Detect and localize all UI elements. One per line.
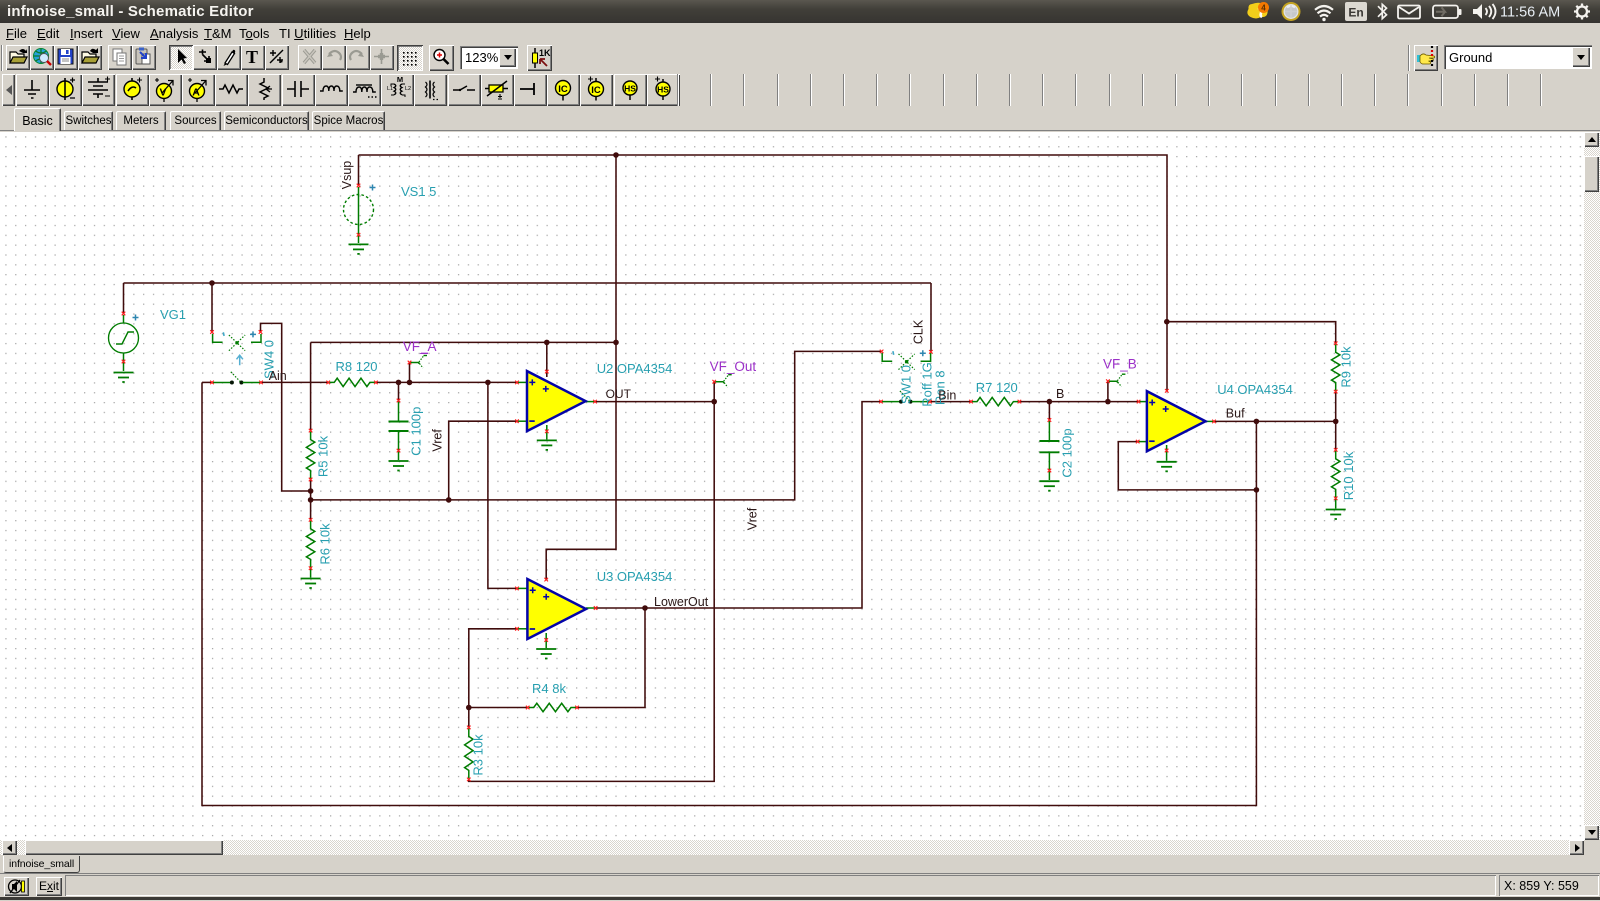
- svg-text:U2 OPA4354: U2 OPA4354: [597, 361, 673, 376]
- svg-text:1K: 1K: [539, 48, 551, 58]
- svg-text:VS1 5: VS1 5: [401, 184, 436, 199]
- svg-text:OUT: OUT: [606, 387, 632, 401]
- svg-text:R10 10k: R10 10k: [1341, 451, 1356, 500]
- svg-text:Vsup: Vsup: [340, 161, 354, 190]
- svg-text:VG1: VG1: [160, 307, 186, 322]
- svg-text:C1 100p: C1 100p: [409, 407, 424, 456]
- svg-text:Vref: Vref: [431, 429, 445, 452]
- svg-text:LowerOut: LowerOut: [654, 595, 709, 609]
- svg-text:V: V: [159, 87, 166, 99]
- svg-text:R8 120: R8 120: [336, 359, 378, 374]
- svg-text:En: En: [1348, 6, 1363, 20]
- svg-text:R6 10k: R6 10k: [318, 523, 333, 565]
- svg-text:CLK: CLK: [912, 319, 926, 344]
- svg-text:U3 OPA4354: U3 OPA4354: [597, 569, 673, 584]
- svg-text:Vref: Vref: [746, 507, 760, 530]
- svg-text:U4 OPA4354: U4 OPA4354: [1217, 382, 1293, 397]
- svg-text:HS: HS: [624, 84, 636, 94]
- svg-text:A: A: [192, 87, 200, 99]
- svg-text:VF_B: VF_B: [1103, 357, 1137, 372]
- svg-text:11:56 AM: 11:56 AM: [1500, 5, 1560, 21]
- svg-text:R9 10k: R9 10k: [1339, 346, 1354, 388]
- svg-text:4: 4: [1261, 4, 1266, 13]
- svg-text:L1: L1: [387, 86, 393, 92]
- svg-text:R5 10k: R5 10k: [316, 435, 331, 477]
- svg-text:R4 8k: R4 8k: [532, 681, 566, 696]
- svg-text:VF_A: VF_A: [403, 339, 437, 354]
- svg-text:IC: IC: [558, 84, 568, 95]
- svg-text:Buf: Buf: [1226, 407, 1245, 421]
- svg-text:B: B: [1056, 387, 1064, 401]
- svg-text:Bin: Bin: [938, 388, 956, 402]
- svg-text:Ain: Ain: [269, 369, 287, 383]
- svg-text:C2 100p: C2 100p: [1060, 428, 1075, 477]
- svg-text:VF_Out: VF_Out: [710, 359, 757, 374]
- svg-text:T: T: [246, 47, 258, 67]
- svg-text:R3 10k: R3 10k: [471, 734, 486, 776]
- svg-text:L2: L2: [405, 86, 411, 92]
- svg-text:M: M: [397, 75, 403, 84]
- svg-text:SW1 0: SW1 0: [899, 365, 914, 404]
- svg-text:HS: HS: [657, 85, 669, 95]
- svg-text:IC: IC: [592, 85, 602, 96]
- svg-text:R7 120: R7 120: [976, 380, 1018, 395]
